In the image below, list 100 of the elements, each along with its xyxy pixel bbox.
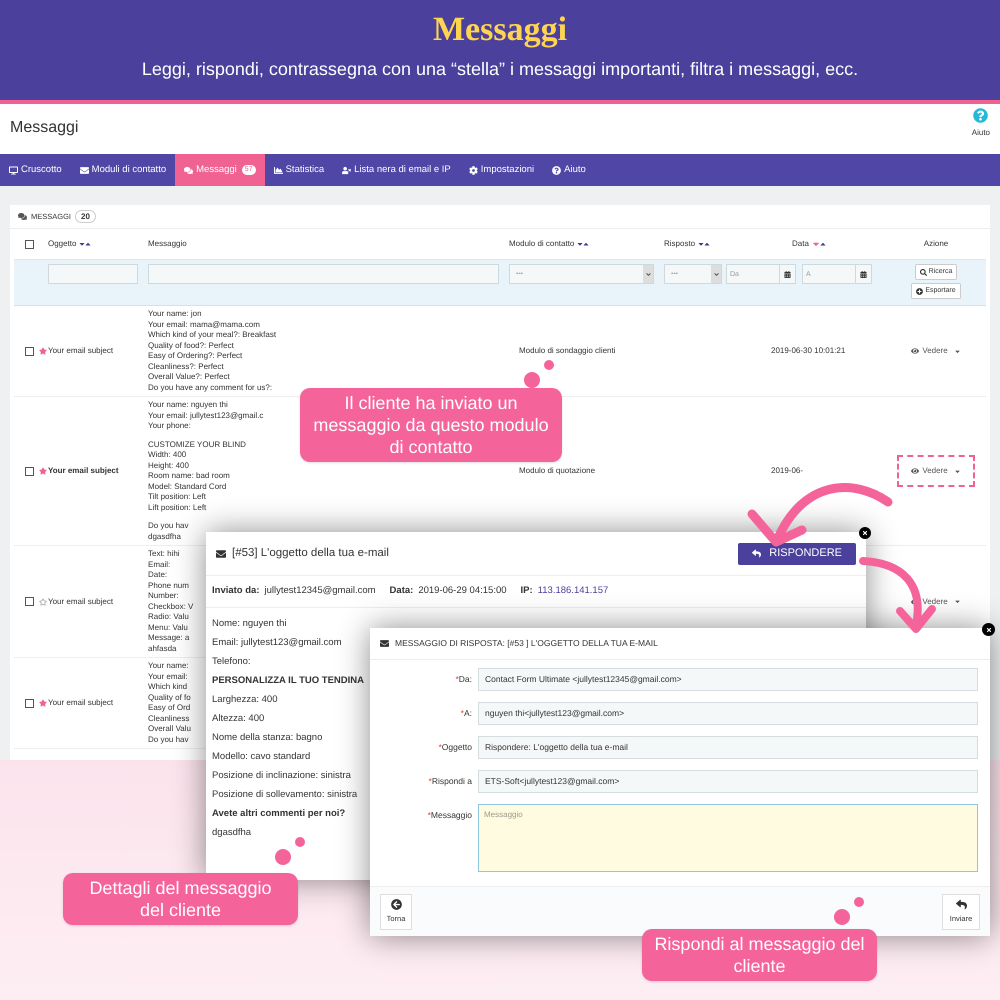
close-icon	[986, 626, 992, 632]
detail-line: Larghezza: 400	[212, 693, 278, 707]
banner-subtitle: Leggi, rispondi, contrassegna con una “stella” i messaggi importanti, filtra i messaggi, ecc.	[142, 58, 858, 81]
star-icon[interactable]	[39, 699, 47, 707]
checkbox[interactable]	[25, 597, 34, 606]
field-label: *Da:	[455, 673, 472, 686]
message-filter-field[interactable]	[148, 264, 499, 284]
checkbox[interactable]	[25, 240, 34, 248]
star-icon[interactable]	[39, 467, 47, 475]
message-line: Model: Standard Cord	[148, 482, 226, 492]
nav-tab[interactable]: Impostazioni	[460, 154, 544, 186]
info-value: 2019-06-29 04:15:00	[418, 584, 507, 598]
star-icon[interactable]	[39, 598, 47, 606]
chat-bubbles-icon	[184, 166, 194, 174]
form-cell-text: Modulo di sondaggio clienti	[518, 345, 617, 357]
field-label: *A:	[460, 707, 472, 720]
chevron-down-icon	[646, 272, 650, 276]
sort-icon[interactable]	[78, 240, 92, 248]
message-line: Height: 400	[148, 460, 189, 471]
column-header: Risposto	[664, 238, 696, 250]
checkbox[interactable]	[25, 346, 34, 356]
message-line: Do you hav	[148, 734, 188, 745]
input-field[interactable]: ETS-Soft<jullytest123@gmail.com>	[478, 770, 978, 793]
message-line: Checkbox: V	[148, 602, 194, 612]
column-header: Data	[792, 238, 809, 250]
message-line: Easy of Ord	[148, 703, 190, 714]
message-line: Which kind	[148, 682, 188, 692]
message-line: Text: hihi	[148, 549, 180, 560]
thought-dots-drawing	[832, 895, 866, 925]
message-line: Phone num	[148, 580, 189, 591]
message-line: Room name: bad room	[148, 471, 230, 482]
message-line: ahfasda	[148, 644, 176, 654]
info-label: Data:	[390, 584, 414, 598]
message-line: Width: 400	[148, 450, 186, 460]
field-label: *Rispondi a	[428, 775, 472, 788]
chat-bubbles-icon	[18, 212, 27, 221]
field-label: *Oggetto	[438, 741, 472, 754]
message-line: CUSTOMIZE YOUR BLIND	[148, 440, 246, 450]
envelope-icon	[380, 639, 389, 648]
checkbox[interactable]	[25, 466, 34, 476]
caret-icon	[954, 348, 961, 354]
input-field[interactable]: Rispondere: L'oggetto della tua e-mail	[478, 736, 978, 759]
callout: Rispondi al messaggio del cliente	[642, 929, 877, 981]
info-value: jullytest12345@gmail.com	[264, 584, 376, 598]
gear-icon	[468, 166, 478, 174]
nav-tab[interactable]: Lista nera di email e IP	[333, 154, 460, 186]
info-value: 113.186.141.157	[538, 584, 608, 598]
message-line: Quality of food?: Perfect	[148, 340, 234, 351]
message-line: Date:	[148, 570, 168, 580]
input-field[interactable]: nguyen thi<jullytest123@gmail.com>	[478, 702, 978, 725]
help-icon	[973, 108, 988, 123]
message-line: Cleanliness	[148, 714, 190, 724]
view-button[interactable]: Vedere	[909, 596, 963, 608]
message-line: Overall Value?: Perfect	[148, 372, 230, 382]
nav-tab[interactable]: Moduli di contatto	[70, 154, 176, 186]
help-icon	[552, 166, 562, 174]
count-badge: 20	[75, 210, 96, 223]
message-line: Lift position: Left	[148, 502, 206, 513]
detail-line: Nome della stanza: bagno	[212, 731, 322, 745]
message-line: Do you have any comment for us?:	[148, 382, 272, 393]
banner-title: Messaggi	[432, 10, 568, 50]
detail-line: Posizione di sollevamento: sinistra	[212, 788, 358, 802]
subject-cell-text: Your email subject	[48, 345, 114, 357]
nav-tab[interactable]: Statistica	[264, 154, 334, 186]
calendar-icon	[860, 270, 867, 278]
detail-line: Posizione di inclinazione: sinistra	[212, 769, 351, 783]
column-header: Messaggio	[148, 238, 187, 250]
sort-icon[interactable]	[576, 240, 590, 248]
subject-cell-text: Your email subject	[48, 596, 114, 608]
subject-filter-field[interactable]	[48, 264, 138, 284]
envelope-icon	[80, 166, 89, 174]
view-button[interactable]: Vedere	[909, 345, 963, 357]
help-button[interactable]: Aiuto	[972, 104, 990, 154]
detail-line: Avete altri commenti per noi?	[212, 807, 346, 821]
message-line: Which kind of your meal?: Breakfast	[148, 330, 276, 340]
reply-button[interactable]: RISPONDERE	[738, 542, 856, 564]
user-block-icon	[342, 166, 352, 174]
detail-line: Nome: nguyen thi	[212, 617, 286, 631]
view-button[interactable]: Vedere	[897, 455, 975, 487]
sort-icon[interactable]	[697, 240, 712, 248]
star-icon[interactable]	[39, 347, 47, 355]
form-cell-text: Modulo di quotazione	[518, 465, 596, 477]
message-line: Your name: nguyen thi	[148, 400, 228, 410]
modal-title: MESSAGGIO DI RISPOSTA: [#53 ] L'OGGETTO DELLA TUA E-MAIL	[395, 637, 658, 650]
input-field[interactable]: Contact Form Ultimate <jullytest12345@gmail.com>	[478, 668, 978, 691]
message-line: Easy of Ordering?: Perfect	[148, 351, 242, 362]
checkbox[interactable]	[25, 698, 34, 708]
subject-cell-text: Your email subject	[48, 697, 114, 709]
nav-tab[interactable]: Aiuto	[543, 154, 595, 186]
detail-line: Modello: cavo standard	[212, 750, 310, 764]
detail-line: Altezza: 400	[212, 712, 264, 726]
calendar-icon	[784, 270, 791, 278]
nav-tab[interactable]: Cruscotto	[0, 154, 71, 186]
message-textarea[interactable]: Messaggio	[478, 804, 978, 872]
message-line: Tilt position: Left	[148, 492, 206, 502]
info-label: Inviato da:	[212, 584, 260, 598]
detail-line: dgasdfha	[212, 826, 252, 840]
message-line: Quality of fo	[148, 692, 191, 703]
modal-title: [#53] L'oggetto della tua e-mail	[232, 546, 389, 561]
message-line: Your email:	[148, 672, 188, 682]
